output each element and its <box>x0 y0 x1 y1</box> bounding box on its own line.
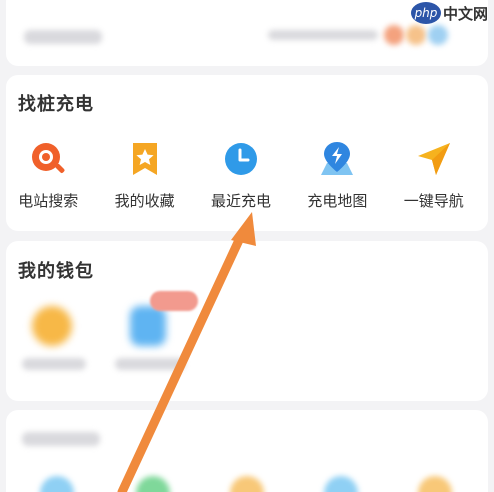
blurred-icon <box>384 25 404 45</box>
quick-item-one-click-navigation[interactable]: 一键导航 <box>386 138 482 211</box>
blurred-text <box>22 358 86 370</box>
blurred-icon[interactable] <box>40 476 74 492</box>
quick-item-label: 最近充电 <box>210 192 271 210</box>
charge-quick-actions: 电站搜索 我的收藏 最近充电 充电地图 一键导航 <box>0 138 494 211</box>
find-charger-title: 找桩充电 <box>18 94 94 115</box>
quick-item-label: 电站搜索 <box>18 192 79 210</box>
blurred-icon[interactable] <box>230 476 264 492</box>
charge-map-icon <box>316 138 358 180</box>
blurred-text <box>268 30 378 40</box>
quick-item-label: 一键导航 <box>403 192 464 210</box>
quick-item-favorites[interactable]: 我的收藏 <box>96 138 192 211</box>
app-screen: php 中文网 找桩充电 电站搜索 我的收藏 最近充电 充电地图 一键导航 我的… <box>0 0 494 492</box>
navigation-arrow-icon <box>413 138 455 180</box>
blurred-text <box>115 358 185 370</box>
blurred-icon <box>406 25 426 45</box>
wallet-title: 我的钱包 <box>18 261 94 282</box>
station-search-icon <box>27 138 69 180</box>
favorites-star-icon <box>124 138 166 180</box>
watermark-php-badge: php <box>410 2 441 24</box>
quick-item-label: 我的收藏 <box>114 192 175 210</box>
recent-clock-icon <box>220 138 262 180</box>
blurred-text <box>24 30 102 44</box>
watermark-logo: php 中文网 <box>410 2 488 24</box>
blurred-icon[interactable] <box>136 476 170 492</box>
blurred-badge <box>150 291 198 311</box>
quick-item-recent-charging[interactable]: 最近充电 <box>193 138 289 211</box>
services-card <box>6 410 488 492</box>
quick-item-charge-map[interactable]: 充电地图 <box>289 138 385 211</box>
blurred-text <box>22 432 100 446</box>
quick-item-label: 充电地图 <box>307 192 368 210</box>
blurred-icon[interactable] <box>324 476 358 492</box>
quick-item-station-search[interactable]: 电站搜索 <box>0 138 96 211</box>
blurred-icon[interactable] <box>418 476 452 492</box>
watermark-text: 中文网 <box>442 4 488 23</box>
blurred-wallet-icon[interactable] <box>32 306 72 346</box>
blurred-icon <box>428 25 448 45</box>
blurred-wallet-icon[interactable] <box>130 306 166 346</box>
